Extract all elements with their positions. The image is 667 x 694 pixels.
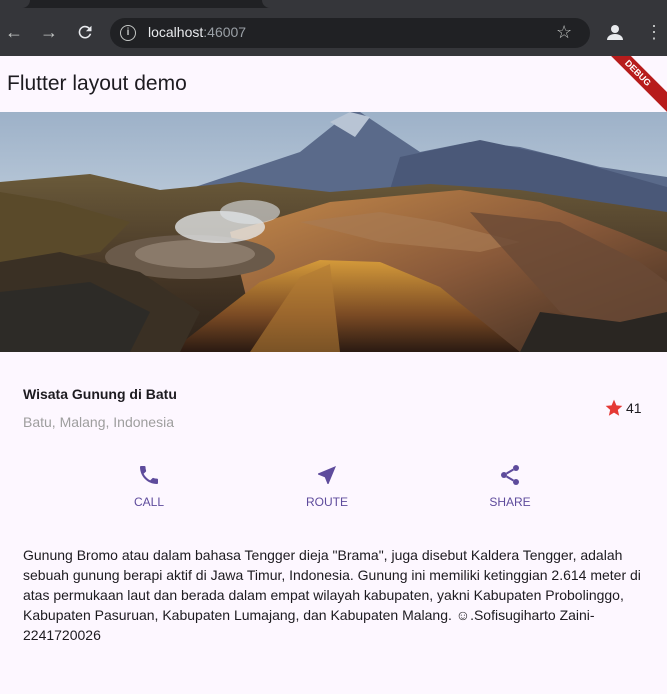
address-bar[interactable]: i localhost:46007 ☆ [110, 18, 590, 48]
place-title: Wisata Gunung di Batu [23, 386, 177, 402]
phone-icon [140, 466, 158, 484]
navigation-icon [318, 466, 336, 484]
rating[interactable]: 41 [604, 398, 642, 418]
hero-image [0, 112, 667, 352]
rating-count: 41 [626, 400, 642, 416]
debug-banner: DEBUG [611, 56, 667, 112]
share-icon [501, 465, 519, 485]
title-section: Wisata Gunung di Batu [23, 386, 177, 402]
app-bar: Flutter layout demo [0, 56, 667, 112]
tab-right[interactable] [262, 0, 667, 8]
tab-left[interactable] [0, 0, 30, 8]
info-icon[interactable]: i [120, 25, 136, 41]
browser-toolbar: ← → i localhost:46007 ☆ ⋮ [0, 0, 667, 56]
url-text[interactable]: localhost:46007 [148, 24, 246, 40]
forward-icon[interactable]: → [37, 20, 61, 44]
profile-icon[interactable] [603, 20, 627, 44]
place-location: Batu, Malang, Indonesia [23, 414, 174, 430]
reload-icon[interactable] [73, 20, 97, 44]
bookmark-star-icon[interactable]: ☆ [556, 22, 572, 43]
description-text: Gunung Bromo atau dalam bahasa Tengger d… [23, 547, 641, 643]
tab-strip [0, 0, 667, 8]
star-icon[interactable] [604, 398, 624, 418]
back-icon[interactable]: ← [2, 20, 26, 44]
route-button[interactable]: ROUTE [287, 463, 367, 509]
more-menu-icon[interactable]: ⋮ [642, 20, 666, 44]
share-button[interactable]: SHARE [470, 463, 550, 509]
call-button[interactable]: CALL [109, 463, 189, 509]
app-title: Flutter layout demo [7, 72, 187, 95]
